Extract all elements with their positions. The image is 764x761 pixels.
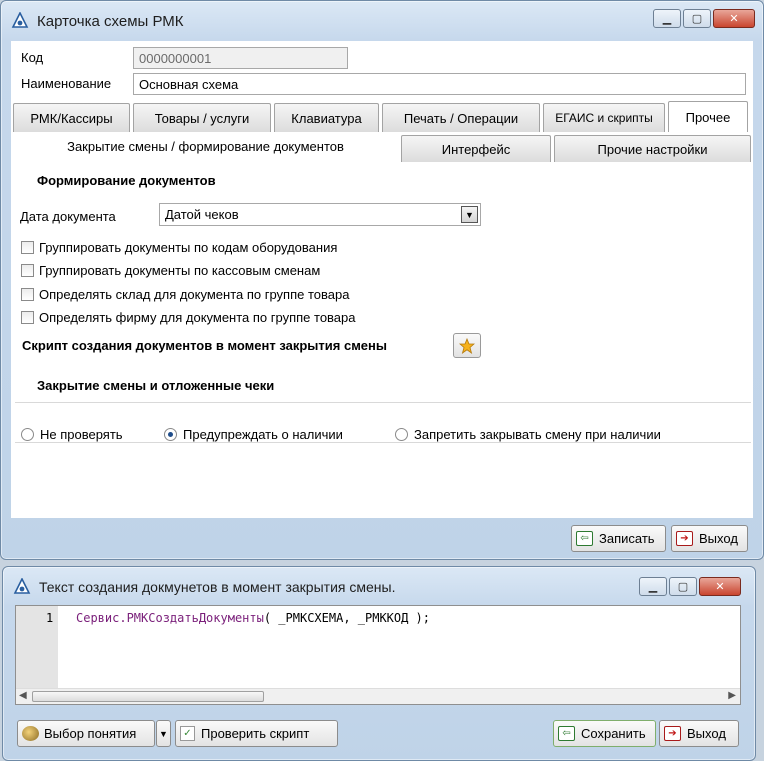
subtab-closing-documents[interactable]: Закрытие смены / формирование документов bbox=[13, 133, 398, 160]
name-field[interactable]: Основная схема bbox=[133, 73, 746, 95]
divider bbox=[15, 442, 751, 443]
radio-no-check[interactable]: Не проверять bbox=[21, 427, 123, 442]
exit-script-button[interactable]: ➔ Выход bbox=[659, 720, 739, 747]
dropdown-arrow-icon: ▼ bbox=[159, 728, 168, 739]
choose-concept-button[interactable]: Выбор понятия bbox=[17, 720, 155, 747]
code-label: Код bbox=[21, 50, 44, 65]
tab-rmk-cashiers[interactable]: РМК/Кассиры bbox=[13, 103, 130, 132]
script-star-button[interactable] bbox=[453, 333, 481, 358]
script-window: Текст создания докмунетов в момент закры… bbox=[2, 566, 756, 761]
exit-script-label: Выход bbox=[687, 726, 726, 741]
code-function: Сервис.РМКСоздатьДокументы bbox=[76, 611, 264, 625]
checkbox[interactable] bbox=[21, 264, 34, 277]
close-section-title: Закрытие смены и отложенные чеки bbox=[37, 378, 275, 393]
tab-egais-scripts[interactable]: ЕГАИС и скрипты bbox=[543, 103, 665, 132]
maximize-button[interactable]: ▢ bbox=[683, 9, 711, 28]
checkbox-label: Группировать документы по кассовым смена… bbox=[39, 263, 321, 278]
checkbox[interactable] bbox=[21, 311, 34, 324]
check-script-button[interactable]: ✓ Проверить скрипт bbox=[175, 720, 338, 747]
date-select-value: Датой чеков bbox=[165, 207, 239, 222]
exit-icon: ➔ bbox=[664, 726, 681, 741]
dropdown-arrow-icon[interactable]: ▼ bbox=[461, 206, 478, 223]
app-icon bbox=[13, 578, 31, 594]
main-window: Карточка схемы РМК ▁ ▢ ✕ Код 0000000001 … bbox=[0, 0, 764, 560]
save-button[interactable]: ⇦ Записать bbox=[571, 525, 666, 552]
check-script-label: Проверить скрипт bbox=[201, 726, 310, 741]
save-button-label: Записать bbox=[599, 531, 655, 546]
check-group-equipment[interactable]: Группировать документы по кодам оборудов… bbox=[21, 240, 337, 255]
divider bbox=[15, 402, 751, 403]
close-button[interactable]: ✕ bbox=[713, 9, 755, 28]
concept-icon bbox=[22, 726, 39, 741]
line-number: 1 bbox=[46, 611, 54, 625]
main-client: Код 0000000001 Наименование Основная схе… bbox=[11, 41, 753, 518]
subtab-other-settings[interactable]: Прочие настройки bbox=[554, 135, 751, 162]
check-firm-by-group[interactable]: Определять фирму для документа по группе… bbox=[21, 310, 356, 325]
minimize-button[interactable]: ▁ bbox=[639, 577, 667, 596]
main-tabs: РМК/Кассиры Товары / услуги Клавиатура П… bbox=[13, 101, 751, 132]
date-label: Дата документа bbox=[20, 209, 116, 224]
scroll-left-icon[interactable]: ◀ bbox=[19, 690, 27, 701]
radio-forbid[interactable]: Запретить закрывать смену при наличии bbox=[395, 427, 661, 442]
checkbox-label: Группировать документы по кодам оборудов… bbox=[39, 240, 338, 255]
doc-section-title: Формирование документов bbox=[37, 173, 216, 188]
tab-other[interactable]: Прочее bbox=[668, 101, 748, 132]
script-titlebar[interactable]: Текст создания докмунетов в момент закры… bbox=[3, 567, 755, 607]
checkbox-label: Определять фирму для документа по группе… bbox=[39, 310, 356, 325]
save-icon: ⇦ bbox=[576, 531, 593, 546]
tab-keyboard[interactable]: Клавиатура bbox=[274, 103, 379, 132]
tab-print-operations[interactable]: Печать / Операции bbox=[382, 103, 540, 132]
date-select[interactable]: Датой чеков ▼ bbox=[159, 203, 481, 226]
minimize-icon: ▁ bbox=[648, 581, 658, 593]
maximize-icon: ▢ bbox=[691, 13, 703, 25]
sub-tabs: Закрытие смены / формирование документов… bbox=[13, 133, 754, 162]
radio-button[interactable] bbox=[21, 428, 34, 441]
close-button[interactable]: ✕ bbox=[699, 577, 741, 596]
checkbox[interactable] bbox=[21, 241, 34, 254]
close-icon: ✕ bbox=[715, 581, 725, 593]
radio-label: Не проверять bbox=[40, 427, 123, 442]
minimize-button[interactable]: ▁ bbox=[653, 9, 681, 28]
check-warehouse-by-group[interactable]: Определять склад для документа по группе… bbox=[21, 287, 349, 302]
maximize-icon: ▢ bbox=[677, 581, 689, 593]
radio-button[interactable] bbox=[395, 428, 408, 441]
exit-button[interactable]: ➔ Выход bbox=[671, 525, 748, 552]
name-label: Наименование bbox=[21, 76, 112, 91]
save-icon: ⇦ bbox=[558, 726, 575, 741]
main-window-title: Карточка схемы РМК bbox=[37, 12, 184, 30]
checkbox[interactable] bbox=[21, 288, 34, 301]
radio-warn[interactable]: Предупреждать о наличии bbox=[164, 427, 343, 442]
close-icon: ✕ bbox=[729, 13, 739, 25]
radio-label: Запретить закрывать смену при наличии bbox=[414, 427, 661, 442]
script-editor[interactable]: 1 Сервис.РМКСоздатьДокументы( _РМКСХЕМА,… bbox=[15, 605, 741, 705]
checkbox-label: Определять склад для документа по группе… bbox=[39, 287, 350, 302]
choose-concept-label: Выбор понятия bbox=[44, 726, 137, 741]
code-line[interactable]: Сервис.РМКСоздатьДокументы( _РМКСХЕМА, _… bbox=[76, 611, 430, 625]
exit-icon: ➔ bbox=[676, 531, 693, 546]
radio-label: Предупреждать о наличии bbox=[183, 427, 343, 442]
save-script-button[interactable]: ⇦ Сохранить bbox=[553, 720, 656, 747]
scroll-right-icon[interactable]: ▶ bbox=[728, 690, 736, 701]
app-icon bbox=[11, 12, 29, 28]
code-field[interactable]: 0000000001 bbox=[133, 47, 348, 69]
choose-concept-dropdown[interactable]: ▼ bbox=[156, 720, 171, 747]
subtab-interface[interactable]: Интерфейс bbox=[401, 135, 551, 162]
check-group-shifts[interactable]: Группировать документы по кассовым смена… bbox=[21, 263, 320, 278]
main-titlebar[interactable]: Карточка схемы РМК ▁ ▢ ✕ bbox=[1, 1, 763, 41]
code-arguments: ( _РМКСХЕМА, _РМККОД ); bbox=[263, 611, 431, 625]
script-label: Скрипт создания документов в момент закр… bbox=[22, 338, 387, 353]
check-script-icon: ✓ bbox=[180, 726, 195, 741]
maximize-button[interactable]: ▢ bbox=[669, 577, 697, 596]
horizontal-scrollbar[interactable]: ◀ ▶ bbox=[16, 688, 740, 704]
exit-button-label: Выход bbox=[699, 531, 738, 546]
scroll-thumb[interactable] bbox=[32, 691, 264, 702]
tab-goods-services[interactable]: Товары / услуги bbox=[133, 103, 271, 132]
radio-button[interactable] bbox=[164, 428, 177, 441]
minimize-icon: ▁ bbox=[662, 13, 672, 25]
star-icon bbox=[459, 337, 475, 354]
save-script-label: Сохранить bbox=[581, 726, 646, 741]
script-window-title: Текст создания докмунетов в момент закры… bbox=[39, 579, 396, 595]
